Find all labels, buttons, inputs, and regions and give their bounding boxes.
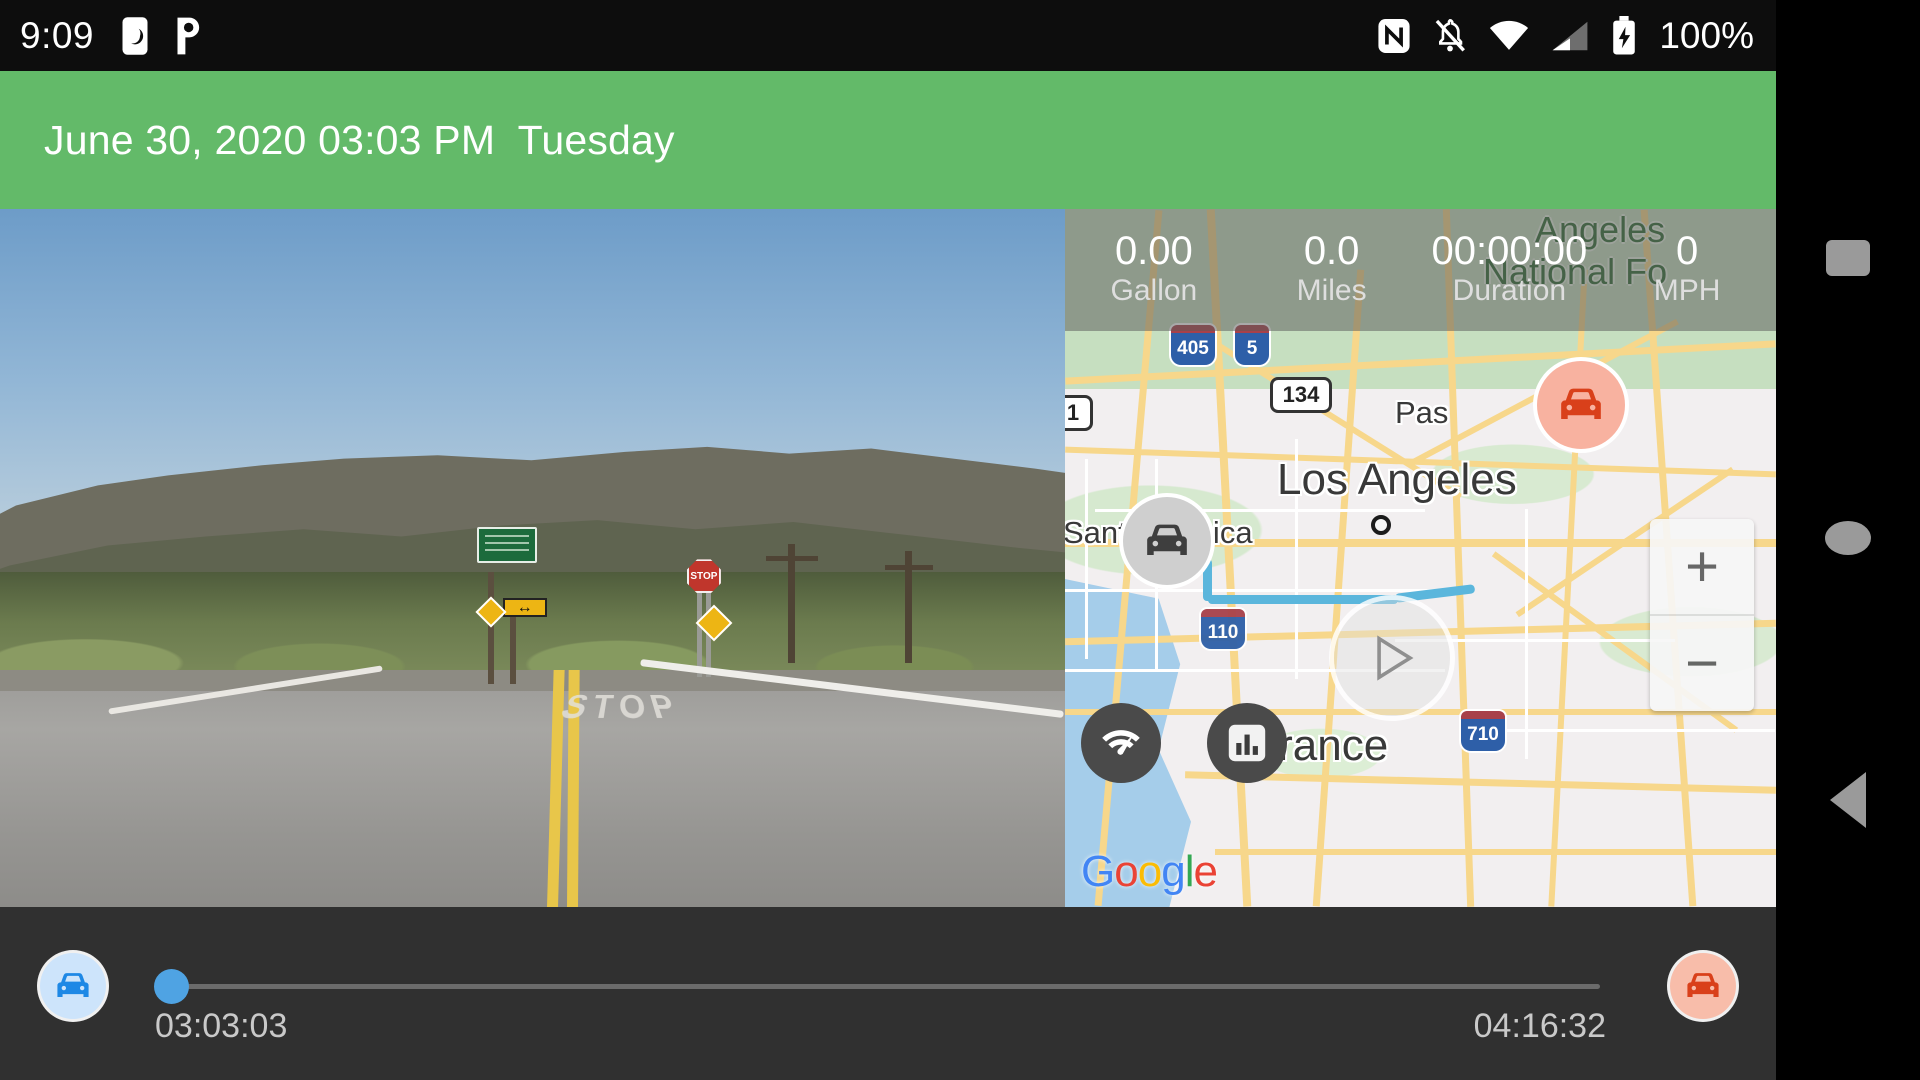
google-o1: o bbox=[1114, 847, 1139, 896]
stat-mph-value: 0 bbox=[1676, 229, 1699, 274]
speedometer-icon bbox=[1102, 730, 1140, 755]
photo-double-arrow-sign bbox=[502, 598, 547, 618]
speedometer-button[interactable] bbox=[1081, 703, 1161, 783]
status-bar: 9:09 100% bbox=[0, 0, 1776, 71]
map-marker-end-car[interactable] bbox=[1537, 361, 1625, 449]
wifi-icon bbox=[1489, 20, 1529, 52]
chart-button[interactable] bbox=[1207, 703, 1287, 783]
timeline-start-marker[interactable] bbox=[40, 953, 106, 1019]
stat-mph-label: MPH bbox=[1653, 274, 1721, 308]
highway-shield-110: 110 bbox=[1201, 609, 1245, 649]
stat-miles: 0.0 Miles bbox=[1243, 230, 1421, 310]
google-o2: o bbox=[1137, 847, 1163, 896]
triangle-back-icon bbox=[1830, 772, 1866, 828]
car-icon bbox=[1687, 973, 1719, 997]
moon-dnd-box-icon bbox=[120, 15, 150, 57]
pandora-icon bbox=[172, 15, 204, 57]
car-icon bbox=[1561, 388, 1601, 419]
timeline-end-time: 04:16:32 bbox=[1473, 1007, 1606, 1045]
highway-shield-5: 5 bbox=[1235, 325, 1269, 365]
battery-charging-icon bbox=[1611, 15, 1637, 56]
photo-utility-pole-left bbox=[766, 544, 819, 663]
phone-screen: 9:09 100% June 30, 2020 03:03 PM Tuesday… bbox=[0, 0, 1920, 1080]
highway-shield-1: 1 bbox=[1065, 395, 1093, 431]
bar-chart-icon bbox=[1228, 724, 1266, 762]
highway-shield-710: 710 bbox=[1461, 711, 1505, 751]
zoom-in-button[interactable]: + bbox=[1650, 519, 1754, 614]
map-zoom-controls: + − bbox=[1650, 519, 1754, 711]
trip-stats-overlay: 0.00 Gallon 0.0 Miles 00:00:00 Duration … bbox=[1065, 209, 1776, 331]
nfc-icon bbox=[1377, 17, 1411, 55]
timeline-track[interactable] bbox=[170, 984, 1600, 989]
car-icon bbox=[1147, 524, 1187, 555]
photo-road-stop-marking: STOP bbox=[552, 690, 693, 729]
map-marker-current-car[interactable] bbox=[1123, 497, 1211, 585]
play-button[interactable] bbox=[1334, 600, 1450, 716]
map-label-pasadena: Pas bbox=[1395, 395, 1449, 430]
timeline-bar: 03:03:03 04:16:32 bbox=[0, 907, 1776, 1080]
stat-miles-label: Miles bbox=[1296, 274, 1367, 308]
timeline-end-marker[interactable] bbox=[1670, 953, 1736, 1019]
google-g1: G bbox=[1081, 847, 1115, 896]
stat-duration-value: 00:00:00 bbox=[1431, 229, 1588, 274]
google-watermark: Google bbox=[1081, 847, 1218, 897]
status-right-icons: 100% bbox=[1377, 15, 1754, 57]
photo-road-shoulder bbox=[0, 669, 1065, 691]
cellular-signal-icon bbox=[1551, 20, 1589, 52]
status-clock: 9:09 bbox=[20, 14, 95, 56]
stat-duration-label: Duration bbox=[1452, 274, 1567, 308]
main-content: STOP STOP bbox=[0, 209, 1776, 907]
zoom-out-button[interactable]: − bbox=[1650, 616, 1754, 711]
map-label-los-angeles: Los Angeles bbox=[1277, 455, 1517, 504]
circle-icon bbox=[1825, 521, 1871, 555]
status-left-icons bbox=[120, 15, 204, 57]
photo-guide-sign bbox=[477, 526, 538, 563]
map-panel[interactable]: 405 5 110 710 134 1 Angeles National Fo … bbox=[1065, 209, 1776, 907]
timeline-thumb[interactable] bbox=[154, 969, 189, 1004]
map-route-line bbox=[1203, 559, 1212, 601]
stat-gallon: 0.00 Gallon bbox=[1065, 230, 1243, 310]
stat-gallon-value: 0.00 bbox=[1114, 229, 1193, 274]
date-header-bar: June 30, 2020 03:03 PM Tuesday bbox=[0, 71, 1776, 209]
battery-percent-label: 100% bbox=[1659, 14, 1754, 56]
android-nav-bar bbox=[1776, 0, 1920, 1080]
photo-utility-pole-right bbox=[885, 551, 934, 663]
highway-shield-134: 134 bbox=[1270, 377, 1332, 413]
timeline-start-time: 03:03:03 bbox=[155, 1007, 288, 1045]
google-g2: g bbox=[1161, 847, 1186, 896]
stat-duration: 00:00:00 Duration bbox=[1421, 230, 1599, 310]
map-location-dot bbox=[1371, 515, 1391, 535]
map-route-line bbox=[1208, 595, 1398, 604]
highway-shield-405: 405 bbox=[1171, 325, 1215, 365]
photo-signpost-2 bbox=[510, 613, 517, 684]
back-button[interactable] bbox=[1776, 760, 1920, 840]
car-icon bbox=[57, 973, 89, 997]
recents-button[interactable] bbox=[1776, 228, 1920, 288]
header-datetime-label: June 30, 2020 03:03 PM Tuesday bbox=[44, 116, 675, 163]
stat-gallon-label: Gallon bbox=[1110, 274, 1198, 308]
home-button[interactable] bbox=[1776, 508, 1920, 568]
dashcam-photo[interactable]: STOP STOP bbox=[0, 209, 1065, 907]
stat-miles-value: 0.0 bbox=[1303, 229, 1360, 274]
square-icon bbox=[1826, 240, 1870, 276]
play-icon bbox=[1377, 635, 1414, 681]
notifications-off-icon bbox=[1433, 16, 1467, 56]
stat-mph: 0 MPH bbox=[1598, 230, 1776, 310]
google-e: e bbox=[1193, 847, 1218, 896]
